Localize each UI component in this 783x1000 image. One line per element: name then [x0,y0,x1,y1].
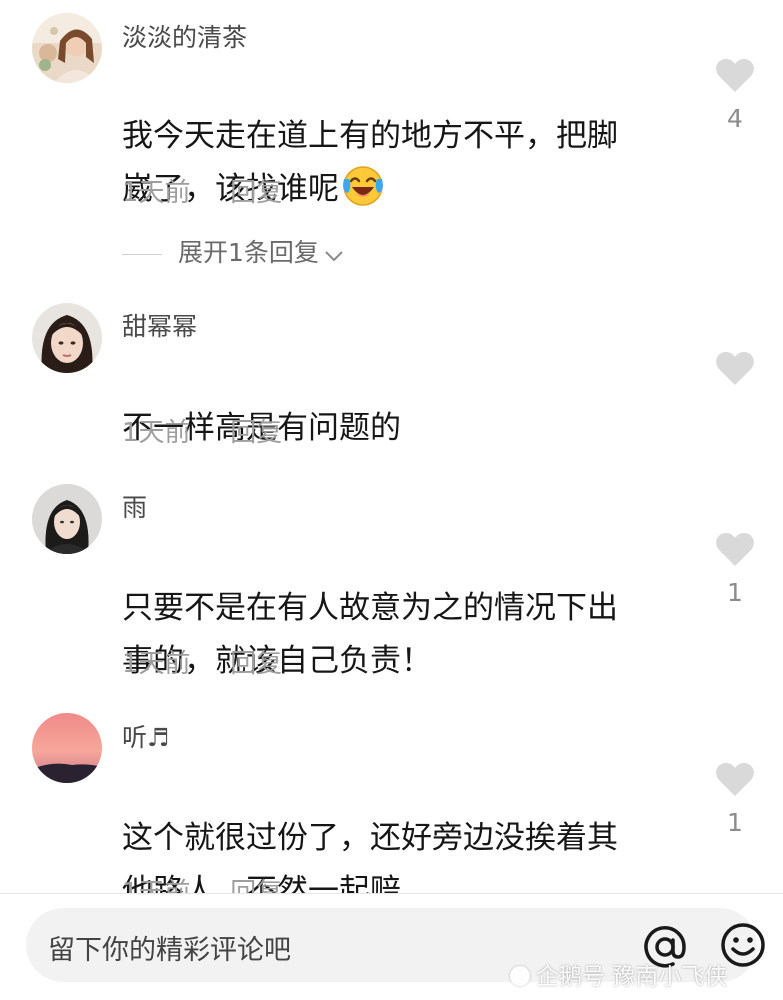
like-count: 1 [727,808,743,837]
reply-button[interactable]: 回复 [230,412,282,449]
heart-icon [716,763,754,796]
heart-icon [716,352,754,385]
like-button[interactable]: 1 [714,761,756,837]
comment-username[interactable]: 淡淡的清茶 [122,18,247,54]
comment-time: 1天前 [122,878,191,893]
comment-list[interactable]: 淡淡的清茶 我今天走在道上有的地方不平，把脚 崴了，该找谁呢 1天前 回复 4 … [0,0,783,893]
avatar[interactable] [32,303,102,373]
heart-icon [716,533,754,566]
comment-meta: 1天前 回复 [122,643,282,680]
reply-button[interactable]: 回复 [230,643,282,680]
like-count: 1 [727,578,743,607]
laughing-crying-emoji-icon [341,163,385,207]
reply-button[interactable]: 回复 [230,172,282,209]
like-button[interactable]: 4 [714,57,756,133]
comment-username[interactable]: 听♬ [122,718,169,754]
watermark-text: 企鹅号 豫南小飞侠 [536,964,728,990]
comment-time: 1天前 [122,178,191,208]
comment-meta: 1天前 回复 [122,872,282,893]
watermark: 企鹅号 豫南小飞侠 [510,957,727,991]
comment-time: 1天前 [122,649,191,679]
penguin-logo-icon [510,966,530,986]
avatar[interactable] [32,713,102,783]
reply-button[interactable]: 回复 [230,872,282,893]
avatar[interactable] [32,484,102,554]
heart-icon [716,59,754,92]
divider-dash [122,253,162,255]
comment-time: 1天前 [122,418,191,448]
comment-username[interactable]: 雨 [122,488,147,524]
expand-replies-label: 展开1条回复 [178,238,319,267]
comment-meta: 1天前 回复 [122,172,282,209]
chevron-down-icon [323,240,345,269]
like-button[interactable]: 1 [714,531,756,607]
comment-username[interactable]: 甜幂幂 [122,307,197,343]
like-count: 4 [727,104,743,133]
comment-screen: 淡淡的清茶 我今天走在道上有的地方不平，把脚 崴了，该找谁呢 1天前 回复 4 … [0,0,783,1000]
avatar[interactable] [32,13,102,83]
comment-input-placeholder: 留下你的精彩评论吧 [48,935,291,966]
comment-meta: 1天前 回复 [122,412,282,449]
like-button[interactable] [714,350,756,386]
expand-replies-button[interactable]: 展开1条回复 [122,233,345,269]
